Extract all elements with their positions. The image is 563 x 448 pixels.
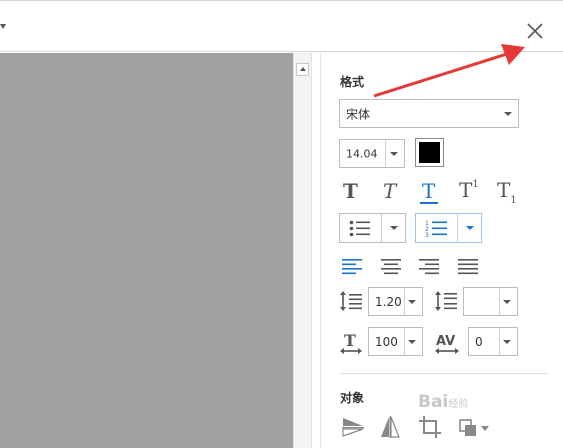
horizontal-scale-icon: T: [340, 331, 362, 354]
document-canvas[interactable]: [0, 53, 293, 448]
chevron-down-icon: [390, 151, 398, 156]
scroll-up-button[interactable]: [296, 63, 309, 76]
chevron-down-icon: [503, 299, 511, 304]
flip-horizontal-icon: [381, 416, 400, 438]
bulleted-list-button[interactable]: [339, 213, 406, 243]
dropdown-separator: [385, 140, 386, 167]
menu-caret-icon[interactable]: [0, 24, 6, 29]
flip-horizontal-button[interactable]: [378, 415, 402, 439]
text-color-swatch: [419, 142, 440, 163]
close-icon: [527, 23, 543, 39]
align-left-button[interactable]: [341, 256, 363, 276]
superscript-button[interactable]: T1: [459, 180, 485, 202]
format-section-title: 格式: [340, 75, 365, 89]
crop-button[interactable]: [418, 415, 442, 439]
line-spacing-value: 1.20: [375, 294, 402, 309]
horizontal-scale-value: 100: [375, 334, 398, 349]
align-center-icon: [381, 259, 401, 275]
font-family-dropdown[interactable]: 宋体: [339, 99, 519, 128]
chevron-down-icon: [466, 226, 474, 230]
section-divider: [340, 373, 548, 374]
align-center-button[interactable]: [380, 256, 402, 276]
character-spacing-label: AV: [434, 331, 460, 355]
chevron-down-icon: [504, 111, 512, 116]
subscript-icon: T1: [497, 178, 517, 206]
dropdown-separator: [404, 288, 405, 315]
line-spacing-icon: [340, 291, 362, 311]
paragraph-spacing-dropdown[interactable]: [463, 287, 518, 316]
line-spacing-dropdown[interactable]: 1.20: [368, 287, 423, 316]
character-spacing-dropdown[interactable]: 0: [468, 327, 518, 356]
chevron-down-icon: [390, 226, 398, 230]
chevron-down-icon: [408, 299, 416, 304]
superscript-icon: T1: [459, 178, 479, 202]
font-size-dropdown[interactable]: 14.04: [339, 139, 405, 168]
paragraph-spacing-label: [434, 290, 458, 312]
bold-text-icon: T: [343, 179, 358, 203]
justify-button[interactable]: [457, 256, 479, 276]
svg-text:T: T: [344, 331, 356, 350]
align-right-icon: [419, 259, 439, 275]
flip-vertical-icon: [342, 418, 364, 437]
arrange-icon: [459, 419, 489, 436]
align-left-icon: [342, 259, 362, 275]
font-family-value: 宋体: [346, 107, 371, 121]
object-section-title: 对象: [340, 391, 365, 405]
vertical-scrollbar[interactable]: [293, 53, 312, 448]
justify-icon: [458, 259, 478, 275]
font-size-value: 14.04: [346, 147, 378, 160]
italic-button[interactable]: T: [380, 180, 402, 202]
align-right-button[interactable]: [418, 256, 440, 276]
character-spacing-value: 0: [475, 334, 483, 349]
svg-text:3: 3: [425, 232, 429, 239]
crop-icon: [419, 416, 441, 438]
split-separator: [381, 214, 382, 242]
text-color-button[interactable]: [415, 138, 444, 167]
underline-button[interactable]: T: [418, 180, 440, 204]
numbered-list-icon: 1 2 3: [425, 220, 447, 239]
close-button[interactable]: [524, 20, 546, 42]
top-toolbar: [0, 0, 563, 52]
horizontal-scale-dropdown[interactable]: 100: [368, 327, 423, 356]
line-spacing-label: [339, 290, 363, 312]
dropdown-separator: [499, 328, 500, 355]
split-separator: [457, 214, 458, 242]
chevron-down-icon: [408, 339, 416, 344]
italic-text-icon: T: [383, 179, 397, 203]
paragraph-spacing-icon: [435, 291, 457, 311]
svg-text:AV: AV: [436, 334, 455, 349]
horizontal-scale-label: T: [339, 331, 363, 355]
bulleted-list-icon: [349, 220, 370, 237]
flip-vertical-button[interactable]: [341, 415, 365, 439]
dropdown-separator: [404, 328, 405, 355]
numbered-list-button[interactable]: 1 2 3: [415, 213, 482, 243]
underline-bar: [420, 202, 438, 204]
character-spacing-icon: AV: [435, 334, 459, 354]
subscript-button[interactable]: T1: [497, 180, 523, 206]
arrange-button[interactable]: [458, 415, 492, 439]
bold-button[interactable]: T: [341, 180, 363, 202]
chevron-down-icon: [503, 339, 511, 344]
underline-text-icon: T: [422, 179, 436, 203]
dropdown-separator: [499, 288, 500, 315]
